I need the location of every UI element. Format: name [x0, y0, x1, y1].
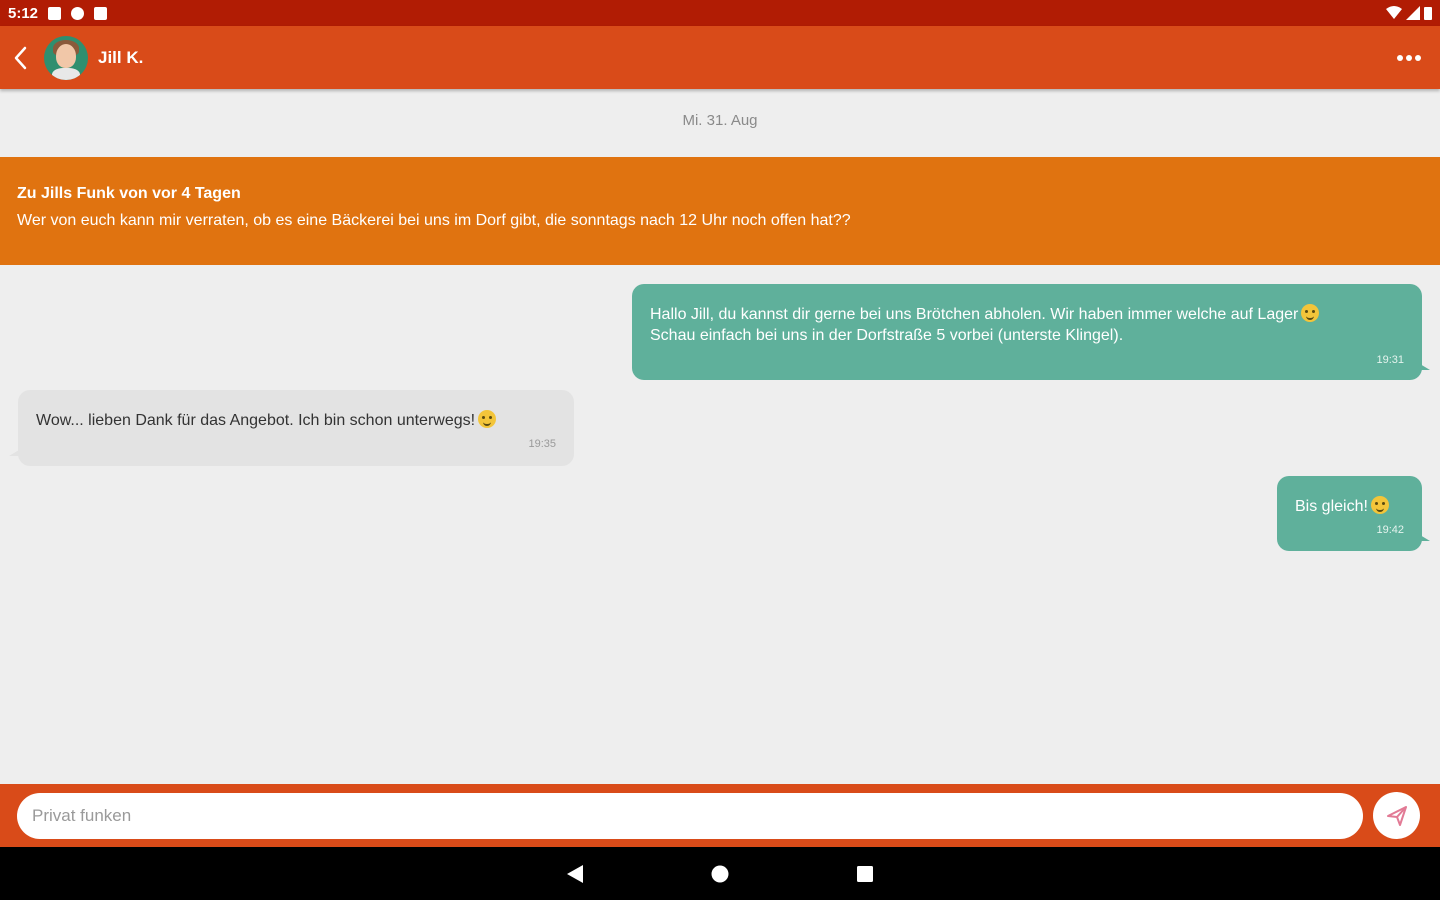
nav-home-button[interactable]	[648, 847, 793, 900]
nav-recents-button[interactable]	[793, 847, 938, 900]
message-text: Wow... lieben Dank für das Angebot. Ich …	[36, 410, 556, 431]
more-horizontal-icon	[1397, 54, 1403, 61]
date-separator: Mi. 31. Aug	[682, 112, 758, 129]
quoted-post-title: Zu Jills Funk von vor 4 Tagen	[17, 185, 241, 202]
contact-name[interactable]: Jill K.	[98, 48, 143, 68]
notification-icon	[48, 6, 62, 20]
smile-emoji-icon	[1370, 496, 1389, 514]
wifi-icon	[1386, 6, 1402, 19]
message-input[interactable]	[17, 792, 1363, 839]
status-bar: 5:12	[0, 0, 1440, 26]
square-recents-icon	[857, 865, 873, 882]
message-time: 19:42	[1376, 524, 1404, 536]
sd-card-icon	[94, 6, 108, 20]
smile-emoji-icon	[478, 410, 497, 428]
triangle-back-icon	[567, 864, 583, 883]
more-menu-button[interactable]	[1394, 43, 1424, 73]
status-time: 5:12	[8, 4, 39, 22]
message-text: Bis gleich!	[1295, 496, 1404, 517]
message-text: Hallo Jill, du kannst dir gerne bei uns …	[650, 304, 1404, 346]
message-time: 19:35	[528, 438, 556, 450]
signal-icon	[1406, 6, 1420, 20]
quoted-post-banner[interactable]: Zu Jills Funk von vor 4 Tagen Wer von eu…	[0, 157, 1440, 265]
back-button[interactable]	[2, 26, 38, 89]
message-bubble-outgoing[interactable]: Hallo Jill, du kannst dir gerne bei uns …	[632, 284, 1422, 380]
avatar[interactable]	[44, 35, 88, 80]
app-bar: Jill K.	[0, 26, 1440, 89]
system-navigation-bar	[0, 847, 1440, 900]
chevron-left-icon	[14, 46, 27, 69]
app-notification-icon	[71, 6, 85, 20]
message-bubble-outgoing[interactable]: Bis gleich! 19:42	[1277, 476, 1422, 551]
quoted-post-text: Wer von euch kann mir verraten, ob es ei…	[17, 212, 851, 229]
send-icon	[1386, 805, 1407, 826]
message-bubble-incoming[interactable]: Wow... lieben Dank für das Angebot. Ich …	[18, 390, 574, 466]
battery-icon	[1424, 7, 1432, 20]
winking-emoji-icon	[1301, 304, 1320, 322]
nav-back-button[interactable]	[503, 847, 648, 900]
message-time: 19:31	[1376, 354, 1404, 366]
circle-home-icon	[711, 865, 729, 882]
send-button[interactable]	[1373, 792, 1420, 839]
message-composer	[0, 784, 1440, 847]
